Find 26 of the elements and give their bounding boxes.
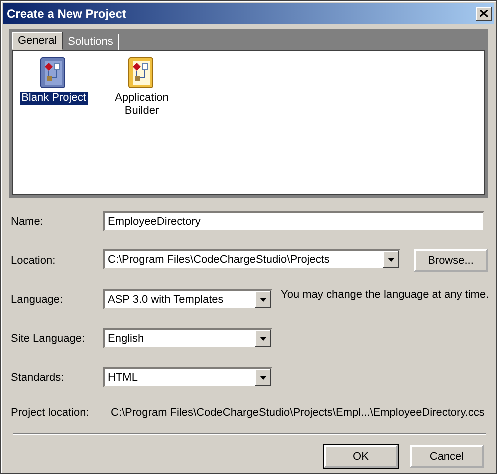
dropdown[interactable]: ASP 3.0 with Templates — [103, 289, 273, 310]
location-path: C:\Program Files\CodeChargeStudio\Projects\Empl...\EmployeeDirectory.ccs — [111, 407, 486, 419]
dropdown-arrow-icon — [260, 376, 266, 380]
field-label: Standards: — [11, 372, 66, 384]
dropdown[interactable]: English — [103, 328, 273, 349]
close-icon — [480, 10, 488, 17]
field-label: Site Language: — [11, 332, 86, 344]
tab[interactable]: General — [12, 32, 64, 50]
dropdown[interactable]: HTML — [103, 367, 273, 388]
dropdown-arrow-icon — [260, 336, 266, 340]
dropdown-arrow-icon — [260, 298, 266, 302]
dropdown-arrow-icon — [388, 258, 394, 262]
browse-button[interactable]: Browse... — [414, 249, 488, 272]
dropdown[interactable]: C:\Program Files\CodeChargeStudio\Projects — [103, 249, 401, 270]
field-label: Project location: — [11, 407, 90, 419]
input-field[interactable]: EmployeeDirectory — [103, 211, 485, 232]
window-title: Create a New Project — [7, 6, 126, 20]
field-label: Name: — [11, 216, 44, 228]
field-label: Location: — [11, 254, 57, 266]
template-item[interactable]: Blank Project — [20, 92, 88, 105]
close-button[interactable] — [476, 6, 492, 20]
template-item[interactable]: Application Builder — [105, 92, 179, 118]
ok-button[interactable]: OK — [324, 445, 398, 468]
cancel-button[interactable]: Cancel — [410, 445, 484, 468]
field-label: Language: — [11, 294, 64, 306]
hint-text: You may change the language at any time. — [281, 289, 490, 302]
